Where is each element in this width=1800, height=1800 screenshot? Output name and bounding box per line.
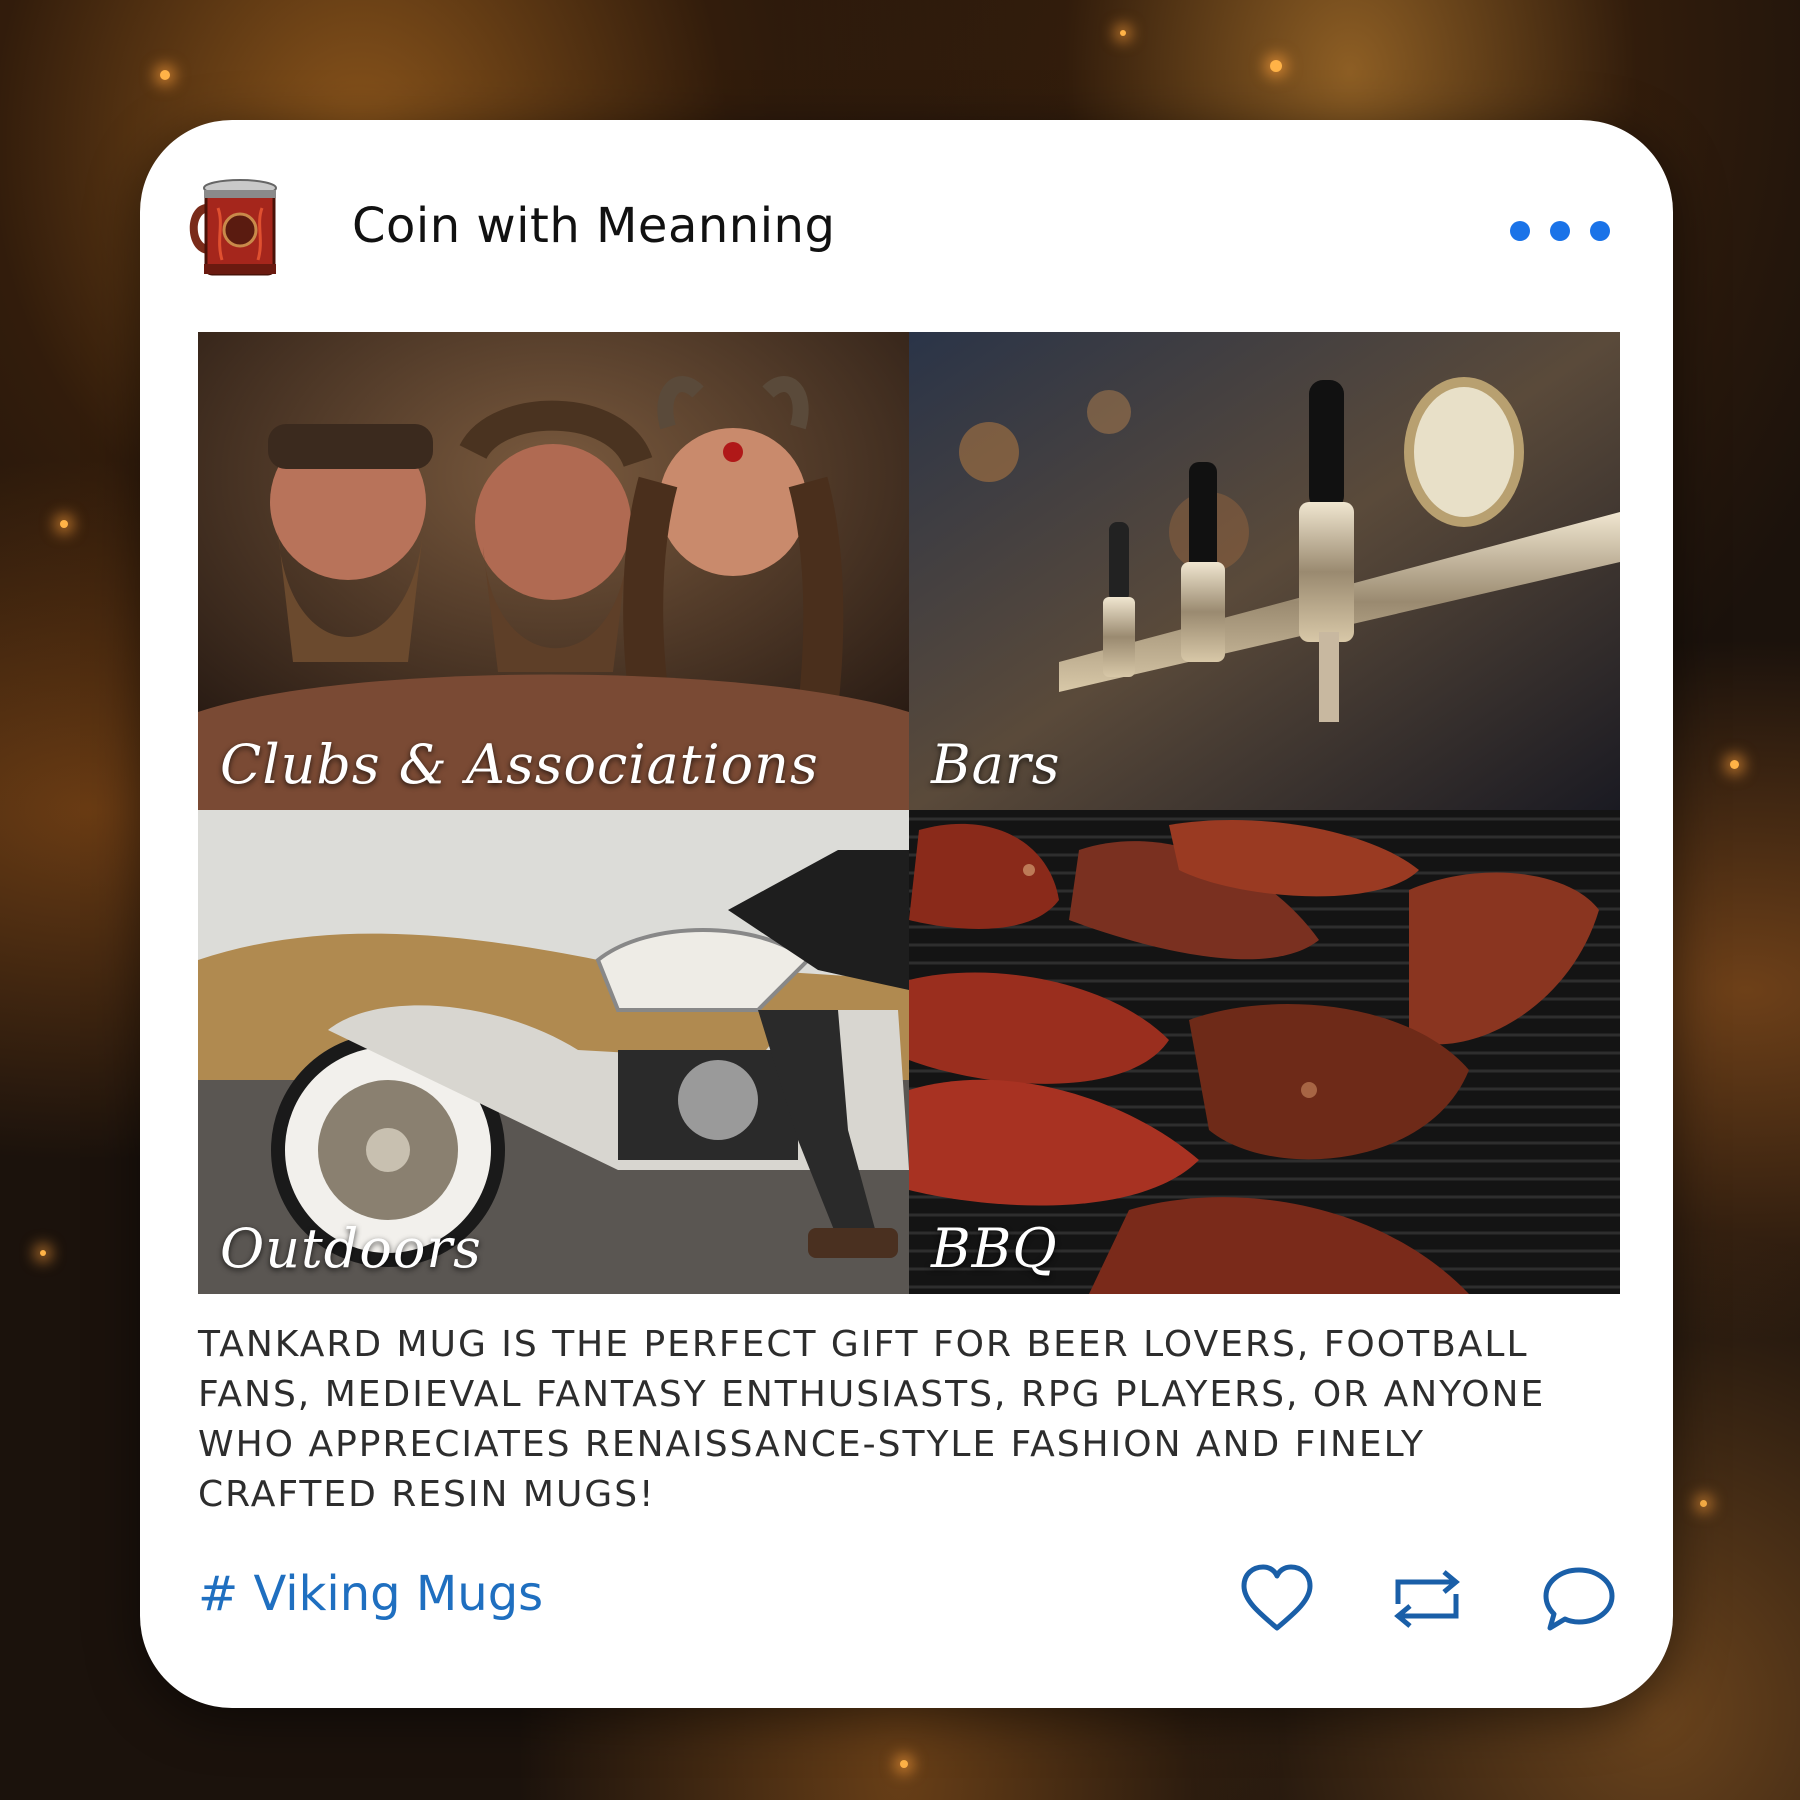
tile-label: Bars xyxy=(931,733,1061,796)
tile-label: Clubs & Associations xyxy=(220,733,819,796)
account-name[interactable]: Coin with Meanning xyxy=(352,198,835,254)
post-caption: TANKARD MUG IS THE PERFECT GIFT FOR BEER… xyxy=(198,1324,1546,1515)
photo-tile-bars[interactable]: Bars xyxy=(909,332,1620,810)
repost-icon[interactable] xyxy=(1388,1560,1466,1638)
photo-tile-outdoors[interactable]: Outdoors xyxy=(198,810,909,1294)
more-dot xyxy=(1550,221,1570,241)
more-dot xyxy=(1510,221,1530,241)
more-options-button[interactable] xyxy=(1510,216,1610,246)
post-actions xyxy=(1238,1560,1618,1640)
photo-tile-bbq[interactable]: BBQ xyxy=(909,810,1620,1294)
tankard-mug-icon[interactable] xyxy=(188,168,280,278)
photo-grid: Clubs & Associations Bars Outdoors BBQ xyxy=(198,332,1620,1294)
hashtag-link[interactable]: # Viking Mugs xyxy=(198,1566,543,1622)
photo-tile-clubs[interactable]: Clubs & Associations xyxy=(198,332,909,810)
tile-label: Outdoors xyxy=(220,1217,482,1280)
tile-label: BBQ xyxy=(931,1217,1058,1280)
more-dot xyxy=(1590,221,1610,241)
heart-icon[interactable] xyxy=(1238,1560,1316,1638)
post-card: Coin with Meanning Clubs & Associations … xyxy=(140,120,1673,1708)
comment-icon[interactable] xyxy=(1540,1560,1618,1638)
